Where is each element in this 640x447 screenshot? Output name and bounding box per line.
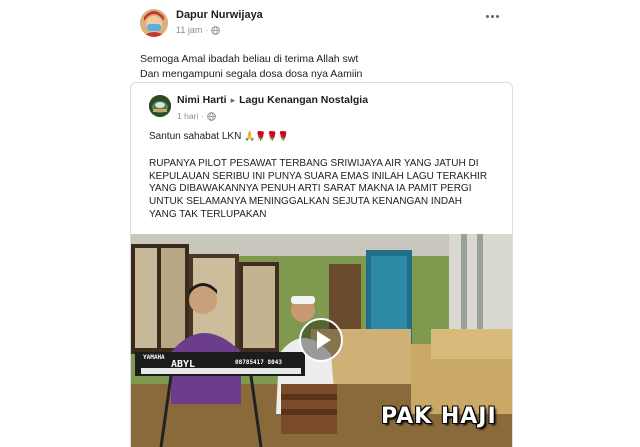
body-line: UNTUK SELAMANYA MENINGGALKAN SEJUTA KENA… [149, 196, 463, 208]
keyboard-brand: YAMAHA [143, 354, 165, 361]
post-caption: Semoga Amal ibadah beliau di terima Alla… [140, 52, 500, 82]
greeting-text: Santun sahabat LKN [149, 131, 242, 142]
meta-separator: · [201, 111, 205, 121]
post-time[interactable]: 11 jam [176, 25, 202, 35]
keyboard-text: ABYL [171, 359, 196, 370]
shared-author-avatar[interactable] [149, 95, 171, 117]
greeting-emojis: 🙏🌹🌹🌹 [244, 131, 289, 141]
meta-separator: · [205, 25, 209, 35]
shared-post-time[interactable]: 1 hari [177, 111, 198, 121]
body-line: YANG DIBAWAKANNYA PENUH ARTI SARAT MAKNA… [149, 183, 472, 195]
video-player[interactable]: YAMAHA ABYL 08785417 8043 PAK HAJI [131, 234, 512, 447]
body-line: RUPANYA PILOT PESAWAT TERBANG SRIWIJAYA … [149, 157, 479, 169]
keyboard-phone: 08785417 8043 [235, 359, 282, 366]
author-photo [140, 9, 168, 37]
shared-author-name[interactable]: Nimi Harti [177, 94, 227, 106]
shared-author-photo [149, 95, 171, 117]
post-meta: 11 jam · [176, 25, 221, 35]
shared-post-text: Santun sahabat LKN 🙏🌹🌹🌹 RUPANYA PILOT PE… [149, 130, 509, 222]
group-name[interactable]: Lagu Kenangan Nostalgia [239, 94, 368, 106]
globe-icon [211, 25, 221, 35]
body-line: YANG TAK TERLUPAKAN [149, 208, 267, 220]
shared-arrow: ▸ [230, 94, 236, 105]
caption-line: Semoga Amal ibadah beliau di terima Alla… [140, 53, 359, 65]
greeting-line: Santun sahabat LKN 🙏🌹🌹🌹 [149, 130, 509, 144]
author-avatar[interactable] [140, 9, 168, 37]
more-options-icon[interactable] [482, 9, 502, 23]
play-icon[interactable] [299, 318, 343, 362]
caption-line: Dan mengampuni segala dosa dosa nya Aami… [140, 68, 363, 80]
shared-post-meta: 1 hari · [177, 111, 216, 121]
video-watermark: PAK HAJI [381, 404, 497, 429]
globe-icon [207, 111, 216, 121]
body-line: KEPULAUAN SERIBU INI PUNYA SUARA EMAS IN… [149, 170, 488, 182]
facebook-post: Dapur Nurwijaya 11 jam · Semoga Amal iba… [0, 0, 640, 447]
shared-post: Nimi Harti ▸ Lagu Kenangan Nostalgia 1 h… [130, 82, 513, 447]
author-name[interactable]: Dapur Nurwijaya [176, 9, 263, 21]
shared-post-header: Nimi Harti ▸ Lagu Kenangan Nostalgia [177, 94, 368, 106]
